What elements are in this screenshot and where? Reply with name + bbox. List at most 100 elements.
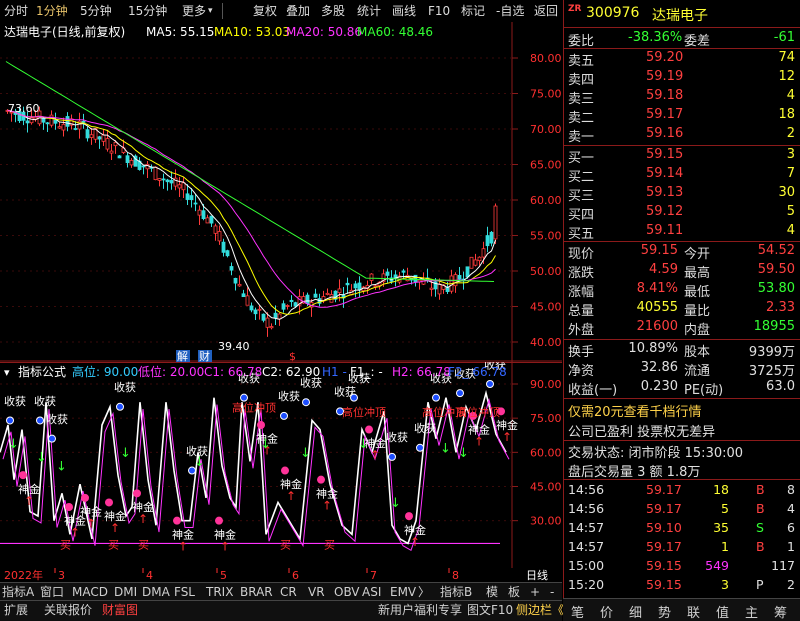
- trade-volume: 18: [713, 482, 729, 497]
- tab-5min[interactable]: 5分钟: [80, 3, 112, 19]
- detail-tab[interactable]: 价: [600, 602, 613, 621]
- indicator-tab[interactable]: BRAR: [240, 584, 273, 600]
- indicator-tab[interactable]: VR: [308, 584, 325, 600]
- buy-signal-dot: [365, 425, 373, 434]
- period-label: 日线: [526, 568, 548, 582]
- sell-level-row[interactable]: 卖二 59.17 18: [564, 106, 800, 126]
- stat-label: 今开: [684, 247, 711, 262]
- buy-level-row[interactable]: 买二 59.14 7: [564, 165, 800, 185]
- stat-value: 0.230: [640, 379, 678, 394]
- f10-button[interactable]: F10: [428, 3, 450, 19]
- candle: [269, 326, 274, 329]
- sell-level-row[interactable]: 卖一 59.16 2: [564, 125, 800, 145]
- detail-tab[interactable]: 筹: [774, 602, 787, 621]
- huaxian-button[interactable]: 画线: [392, 3, 416, 19]
- candle: [169, 180, 174, 184]
- indicator-tab[interactable]: TRIX: [206, 584, 233, 600]
- indicator-tab[interactable]: 板: [508, 584, 520, 600]
- buy-level-row[interactable]: 买五 59.11 4: [564, 222, 800, 242]
- indicator-title[interactable]: 指标公式: [18, 364, 66, 379]
- tab-15min[interactable]: 15分钟: [128, 3, 167, 19]
- dividend-badge[interactable]: $: [289, 350, 296, 362]
- trade-volume: 3: [721, 577, 729, 592]
- candle: [85, 129, 90, 139]
- candle: [293, 302, 298, 307]
- depth-promo[interactable]: 仅需20元查看千档行情: [568, 401, 702, 420]
- detail-tab[interactable]: 值: [716, 602, 729, 621]
- sidebar-toggle[interactable]: 侧边栏《: [516, 602, 564, 618]
- stat-label: 总量: [568, 304, 595, 319]
- diejia-button[interactable]: 叠加: [286, 3, 310, 19]
- indicator-tab[interactable]: 模: [486, 584, 498, 600]
- caibao-badge[interactable]: 财: [199, 349, 210, 362]
- related-quote-button[interactable]: 关联报价: [44, 602, 92, 618]
- tab-1min[interactable]: 1分钟: [36, 3, 68, 19]
- indicator-tab[interactable]: DMA: [142, 584, 170, 600]
- trade-count: 8: [787, 482, 795, 497]
- indicator-tab[interactable]: DMI: [114, 584, 137, 600]
- indicator-tab[interactable]: EMV: [390, 584, 416, 600]
- wealth-chart-button[interactable]: 财富图: [102, 602, 138, 618]
- tab-more[interactable]: 更多: [182, 3, 206, 19]
- trade-count: 4: [787, 501, 795, 516]
- buy-level-row[interactable]: 买四 59.12 5: [564, 203, 800, 223]
- trade-price: 59.17: [646, 501, 682, 516]
- candle: [81, 120, 86, 123]
- stat-value: 54.52: [757, 243, 795, 258]
- tick-trade-row: 14:57 59.17 1 B 1: [564, 538, 800, 557]
- fuquan-button[interactable]: 复权: [253, 3, 277, 19]
- indicator-tab[interactable]: ASI: [362, 584, 381, 600]
- chevron-down-icon[interactable]: ▾: [208, 3, 213, 19]
- buy-level-row[interactable]: 买三 59.13 30: [564, 184, 800, 204]
- f10-text-button[interactable]: 图文F10: [467, 602, 513, 618]
- indicator-tab[interactable]: 指标A: [2, 584, 34, 600]
- indicator-tab[interactable]: -: [550, 584, 554, 600]
- trade-price: 59.10: [646, 520, 682, 535]
- price-axis-label: 65.00: [530, 159, 562, 172]
- indicator-tab[interactable]: OBV: [334, 584, 360, 600]
- jiejin-badge[interactable]: 解: [177, 349, 188, 362]
- stat-value: 8.41%: [636, 281, 678, 296]
- tab-fenshi[interactable]: 分时: [4, 3, 28, 19]
- candle: [161, 178, 166, 181]
- detail-tab[interactable]: 笔: [571, 602, 584, 621]
- biaoji-button[interactable]: 标记: [461, 3, 485, 19]
- candle: [237, 283, 242, 287]
- indicator-tab[interactable]: CR: [280, 584, 297, 600]
- sell-level-row[interactable]: 卖三 59.18 4: [564, 87, 800, 107]
- candle: [369, 273, 374, 281]
- tongji-button[interactable]: 统计: [357, 3, 381, 19]
- duogu-button[interactable]: 多股: [321, 3, 345, 19]
- detail-tab[interactable]: 主: [745, 602, 758, 621]
- new-user-promo[interactable]: 新用户福利专享: [378, 602, 462, 618]
- top-toolbar: 分时 1分钟 5分钟 15分钟 更多 ▾ 复权 叠加 多股 统计 画线 F10 …: [0, 0, 562, 23]
- sell-signal-dot: [240, 393, 248, 402]
- expand-button[interactable]: 扩展: [4, 602, 28, 618]
- indicator-chart[interactable]: 收获 收获收获收获收获收获收获收获收获收获收获收获收获 收获收获神金↑神金↑神金↑ 神…: [0, 362, 562, 568]
- candle: [177, 184, 182, 189]
- indicator-tab[interactable]: 窗口: [40, 584, 64, 600]
- indicator-tab[interactable]: FSL: [174, 584, 195, 600]
- back-button[interactable]: 返回: [534, 3, 558, 19]
- stat-label: 换手: [568, 345, 595, 360]
- kline-chart[interactable]: 80.00 75.00 70.00 65.00 60.00 55.00 50.00 45.00…: [0, 22, 562, 362]
- tick-trade-row: 14:56 59.17 5 B 4: [564, 500, 800, 519]
- sell-level-row[interactable]: 卖五 59.20 74: [564, 49, 800, 69]
- buy-signal-dot: [81, 493, 89, 502]
- stock-name: 达瑞电子: [652, 8, 708, 24]
- detail-tab[interactable]: 细: [629, 602, 642, 621]
- buy-level-row[interactable]: 买一 59.15 3: [564, 146, 800, 166]
- indicator-tab[interactable]: MACD: [72, 584, 108, 600]
- detail-tab[interactable]: 势: [658, 602, 671, 621]
- zixuan-button[interactable]: -自选: [496, 3, 524, 19]
- indicator-tab[interactable]: +: [530, 584, 540, 600]
- price-axis-label: 80.00: [530, 52, 562, 65]
- stat-value: 53.80: [757, 281, 795, 296]
- detail-tab[interactable]: 联: [687, 602, 700, 621]
- indicator-tab[interactable]: 〉: [418, 584, 430, 600]
- sell-level-row[interactable]: 卖四 59.19 12: [564, 68, 800, 88]
- up-arrow-icon: ↑: [70, 526, 80, 540]
- indicator-tab[interactable]: 指标B: [440, 584, 472, 600]
- low-price-marker: 39.40: [218, 340, 250, 353]
- weicha-value: -61: [773, 30, 795, 45]
